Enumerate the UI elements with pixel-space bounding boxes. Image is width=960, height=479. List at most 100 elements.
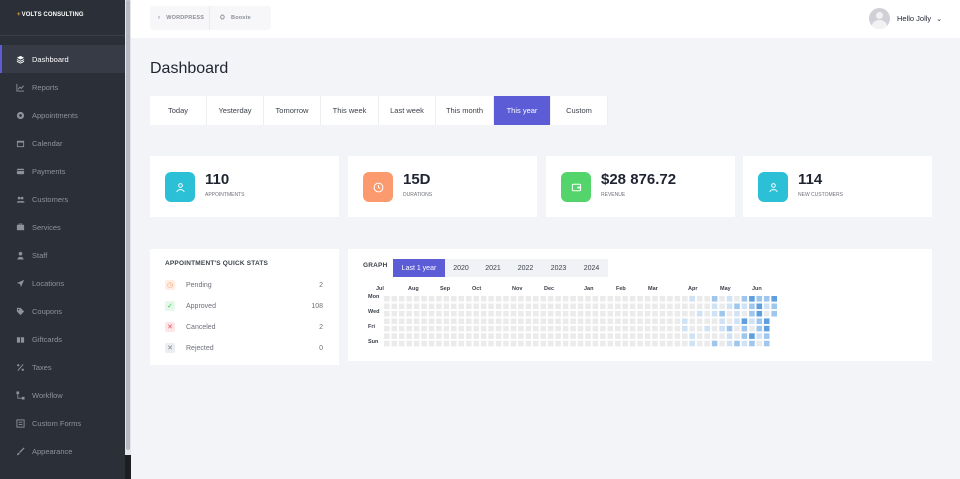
heatmap-cell <box>533 310 539 317</box>
heatmap-cell <box>547 310 554 317</box>
heatmap-cell <box>734 333 740 339</box>
graph-tab-last-1-year[interactable]: Last 1 year <box>393 259 445 277</box>
tab-this-month[interactable]: This month <box>436 96 494 125</box>
sidebar-item-customers[interactable]: Customers <box>0 185 125 213</box>
stat-value: 110 <box>205 171 230 188</box>
heatmap-cell <box>741 318 748 324</box>
breadcrumb-label: Booste <box>231 15 251 21</box>
sidebar-item-calendar[interactable]: Calendar <box>0 129 125 157</box>
heatmap-cell <box>488 333 494 339</box>
heatmap-cell <box>436 333 442 339</box>
heatmap-cell <box>622 318 628 324</box>
heatmap-cell <box>443 325 450 332</box>
tab-this-year[interactable]: This year <box>494 96 551 125</box>
heatmap-cell <box>771 296 777 302</box>
heatmap-cell <box>689 296 695 302</box>
sidebar-item-workflow[interactable]: Workflow <box>0 381 125 409</box>
sidebar-item-appointments[interactable]: Appointments <box>0 101 125 129</box>
heatmap-cell <box>384 310 390 317</box>
heatmap-cell <box>443 296 450 302</box>
heatmap-month-label: Jan <box>584 286 594 292</box>
sidebar-item-custom-forms[interactable]: Custom Forms <box>0 409 125 437</box>
heatmap-cell <box>547 296 554 302</box>
heatmap-cell <box>719 296 725 302</box>
heatmap-cell <box>726 303 733 310</box>
chevron-left-icon: ‹ <box>158 15 161 21</box>
heatmap-cell <box>719 310 725 317</box>
sidebar-item-dashboard[interactable]: Dashboard <box>0 45 125 73</box>
breadcrumb-wordpress[interactable]: ‹ WORDPRESS <box>150 6 210 30</box>
heatmap-cell <box>704 318 710 324</box>
sidebar-scrollbar-thumb[interactable] <box>126 0 130 450</box>
heatmap-cell <box>473 318 479 324</box>
tab-last-week[interactable]: Last week <box>379 96 436 125</box>
graph-card: GRAPH Last 1 year 2020 2021 2022 2023 2024 Ju… <box>348 249 932 361</box>
heatmap-cell <box>719 340 725 347</box>
heatmap-cell <box>741 340 748 347</box>
heatmap-cell <box>443 303 450 310</box>
sidebar-item-reports[interactable]: Reports <box>0 73 125 101</box>
graph-tab-2020[interactable]: 2020 <box>445 259 477 277</box>
heatmap-cell <box>488 303 494 310</box>
heatmap-cell <box>644 318 651 324</box>
sidebar-divider <box>0 35 125 36</box>
heatmap-cell <box>466 303 472 310</box>
heatmap-cell <box>555 303 561 310</box>
heatmap-cell <box>652 333 658 339</box>
heatmap-month-label: Nov <box>512 286 523 292</box>
heatmap-cell <box>696 318 703 324</box>
heatmap-cell <box>398 325 405 332</box>
sidebar-item-services[interactable]: Services <box>0 213 125 241</box>
heatmap-cell <box>763 296 770 302</box>
heatmap-cell <box>406 310 412 317</box>
heatmap-cell <box>577 296 584 302</box>
sidebar-item-giftcards[interactable]: Giftcards <box>0 325 125 353</box>
tab-this-week[interactable]: This week <box>321 96 379 125</box>
chevron-down-icon: ⌄ <box>936 15 943 23</box>
heatmap-cell <box>458 303 465 310</box>
heatmap-cell <box>622 303 628 310</box>
user-menu[interactable]: Hello Jolly ⌄ <box>869 8 942 29</box>
heatmap-cell <box>741 333 748 339</box>
heatmap-cell <box>600 310 606 317</box>
tab-tomorrow[interactable]: Tomorrow <box>264 96 321 125</box>
heatmap-cell <box>428 310 435 317</box>
graph-tab-2024[interactable]: 2024 <box>575 259 608 277</box>
sidebar-item-taxes[interactable]: Taxes <box>0 353 125 381</box>
avatar[interactable] <box>869 8 890 29</box>
quick-stat-label: Canceled <box>186 323 216 331</box>
sidebar-item-appearance[interactable]: Appearance <box>0 437 125 465</box>
heatmap-cell <box>466 333 472 339</box>
sidebar-item-locations[interactable]: Locations <box>0 269 125 297</box>
sidebar-item-staff[interactable]: Staff <box>0 241 125 269</box>
breadcrumb-booste[interactable]: ⛭ Booste <box>210 6 251 30</box>
heatmap-cell <box>696 303 703 310</box>
tab-today[interactable]: Today <box>150 96 207 125</box>
sidebar-item-label: Services <box>32 222 61 232</box>
heatmap-cell <box>562 325 569 332</box>
heatmap-cell <box>480 318 487 324</box>
heatmap-cell <box>615 303 621 310</box>
heatmap-cell <box>615 310 621 317</box>
tab-yesterday[interactable]: Yesterday <box>207 96 264 125</box>
sidebar-item-label: Coupons <box>32 306 63 316</box>
graph-tab-2023[interactable]: 2023 <box>542 259 575 277</box>
heatmap-cell <box>644 340 651 347</box>
heatmap-cell <box>518 318 524 324</box>
sidebar-item-coupons[interactable]: Coupons <box>0 297 125 325</box>
heatmap-cell <box>682 340 688 347</box>
heatmap-cell <box>659 296 666 302</box>
custom-forms-icon <box>16 418 25 428</box>
heatmap-cell <box>451 333 457 339</box>
heatmap-cell <box>480 340 487 347</box>
graph-tab-2021[interactable]: 2021 <box>477 259 509 277</box>
tab-custom[interactable]: Custom <box>551 96 608 125</box>
heatmap-month-label: Aug <box>408 286 419 292</box>
heatmap-cell <box>413 325 420 332</box>
graph-tab-2022[interactable]: 2022 <box>509 259 542 277</box>
heatmap-cell <box>615 296 621 302</box>
close-icon: ✕ <box>165 343 175 353</box>
heatmap-cell <box>570 303 576 310</box>
sidebar-item-payments[interactable]: Payments <box>0 157 125 185</box>
brand-logo[interactable]: +VOLTS CONSULTING <box>17 12 84 18</box>
